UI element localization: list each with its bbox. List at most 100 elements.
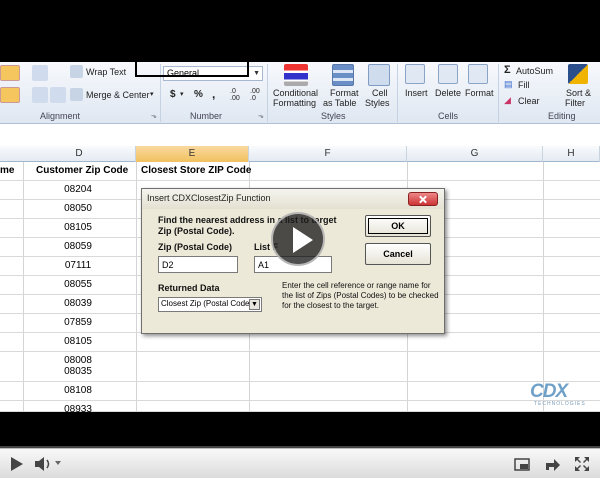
video-player-controls: [0, 448, 600, 478]
editing-group-label: Editing: [548, 111, 576, 121]
autosum-button[interactable]: AutoSum: [516, 66, 553, 76]
customer-zip-header[interactable]: Customer Zip Code: [36, 165, 128, 176]
group-divider: [498, 64, 499, 122]
chevron-down-icon[interactable]: [55, 460, 61, 466]
format-as-table-button[interactable]: Format: [330, 88, 359, 98]
format-as-table-label2: as Table: [323, 98, 357, 108]
wrap-text-icon: [70, 65, 83, 78]
zip-field-label: Zip (Postal Code): [158, 242, 232, 252]
delete-button[interactable]: Delete: [435, 88, 461, 98]
volume-icon[interactable]: [34, 456, 54, 472]
zip-field[interactable]: [158, 256, 238, 273]
cell-styles-label2: Styles: [365, 98, 390, 108]
decrease-indent-icon[interactable]: [32, 87, 48, 103]
sigma-icon: Σ: [504, 64, 511, 76]
ribbon: Wrap Text Merge & Center ▾ Alignment ⬎ G…: [0, 62, 600, 124]
cdx-logo: CDX TECHNOLOGIES: [524, 381, 594, 409]
table-row: 08035: [0, 363, 600, 382]
spreadsheet-grid-lower: 08035 08108 08933: [0, 363, 600, 415]
merge-center-button[interactable]: Merge & Center: [86, 90, 150, 100]
decrease-decimal-button[interactable]: .00 .0: [250, 88, 266, 102]
column-header-f[interactable]: F: [249, 146, 407, 162]
alignment-group-label: Alignment: [40, 111, 81, 121]
zip-cell[interactable]: 08108: [50, 385, 106, 396]
close-icon[interactable]: [408, 192, 438, 206]
window-mode-icon[interactable]: [514, 456, 530, 472]
fullscreen-icon[interactable]: [574, 456, 590, 472]
sort-filter-icon: [568, 64, 588, 84]
table-row: 08105: [0, 333, 600, 352]
returned-data-select[interactable]: Closest Zip (Postal Code) ▼: [158, 297, 262, 312]
wrap-text-button[interactable]: Wrap Text: [86, 67, 126, 77]
play-small-icon[interactable]: [10, 456, 24, 472]
percent-button[interactable]: %: [194, 89, 203, 100]
increase-decimal-button[interactable]: .0 .00: [230, 88, 246, 102]
fill-icon: ▤: [504, 79, 513, 89]
table-row: me Customer Zip Code Closest Store ZIP C…: [0, 162, 600, 181]
insert-button[interactable]: Insert: [405, 88, 428, 98]
zip-cell[interactable]: 08050: [50, 203, 106, 214]
column-header-d[interactable]: D: [23, 146, 136, 162]
dialog-title: Insert CDXClosestZip Function: [147, 193, 271, 203]
merge-center-icon: [70, 88, 83, 101]
format-button[interactable]: Format: [465, 88, 494, 98]
chevron-down-icon: ▼: [253, 70, 260, 77]
number-launcher-icon[interactable]: ⬎: [258, 112, 264, 120]
share-icon[interactable]: [544, 456, 562, 472]
closest-store-header[interactable]: Closest Store ZIP Code: [141, 165, 251, 176]
format-as-table-icon: [332, 64, 354, 86]
table-row: 08933: [0, 401, 600, 415]
column-header-e[interactable]: E: [136, 146, 249, 162]
column-header-g[interactable]: G: [407, 146, 543, 162]
cell-styles-icon: [368, 64, 390, 86]
currency-button[interactable]: $: [170, 89, 176, 100]
column-header-bar: D E F G H: [0, 146, 600, 162]
alignment-launcher-icon[interactable]: ⬎: [151, 112, 157, 120]
clear-icon: ◢: [504, 95, 511, 105]
zip-cell[interactable]: 08204: [50, 184, 106, 195]
zip-cell[interactable]: 08035: [50, 366, 106, 377]
dialog-title-bar[interactable]: Insert CDXClosestZip Function: [142, 189, 444, 209]
zip-cell[interactable]: 08059: [50, 241, 106, 252]
merge-dropdown-arrow[interactable]: ▾: [150, 90, 154, 98]
zip-cell[interactable]: 08105: [50, 222, 106, 233]
group-divider: [267, 64, 268, 122]
play-button[interactable]: [271, 212, 325, 266]
conditional-formatting-icon: [284, 64, 308, 86]
play-icon: [293, 227, 313, 253]
comma-button[interactable]: ,: [212, 87, 215, 101]
zip-cell[interactable]: 08055: [50, 279, 106, 290]
clear-button[interactable]: Clear: [518, 96, 540, 106]
fill-button[interactable]: Fill: [518, 80, 530, 90]
column-header-h[interactable]: H: [543, 146, 600, 162]
cancel-button[interactable]: Cancel: [365, 243, 431, 265]
table-row: 08108: [0, 382, 600, 401]
chevron-down-icon[interactable]: ▼: [249, 299, 260, 310]
increase-indent-icon[interactable]: [50, 87, 66, 103]
format-cells-icon: [468, 64, 488, 84]
zip-cell[interactable]: 07111: [50, 260, 106, 271]
cell-styles-button[interactable]: Cell: [372, 88, 388, 98]
dialog-help-text: Enter the cell reference or range name f…: [282, 281, 439, 310]
currency-dropdown-arrow[interactable]: ▾: [180, 90, 184, 98]
sort-filter-label2: Filter: [565, 98, 585, 108]
conditional-formatting-label2: Formatting: [273, 98, 317, 108]
conditional-formatting-button[interactable]: Conditional: [273, 88, 318, 98]
styles-group-label: Styles: [321, 111, 346, 121]
align-left-icon[interactable]: [0, 87, 20, 103]
zip-cell[interactable]: 08039: [50, 298, 106, 309]
number-group-label: Number: [190, 111, 223, 121]
partial-header-cell[interactable]: me: [0, 165, 14, 176]
active-cell-e2[interactable]: [135, 57, 249, 77]
sort-filter-button[interactable]: Sort &: [566, 88, 591, 98]
align-top-icon[interactable]: [0, 65, 20, 81]
zip-cell[interactable]: 07859: [50, 317, 106, 328]
logo-text: CDX: [530, 381, 568, 402]
ok-button[interactable]: OK: [365, 215, 431, 237]
orientation-icon[interactable]: [32, 65, 48, 81]
insert-cells-icon: [405, 64, 425, 84]
video-letterbox-top: [0, 0, 600, 62]
zip-cell[interactable]: 08105: [50, 336, 106, 347]
logo-subtext: TECHNOLOGIES: [534, 401, 586, 407]
returned-data-value: Closest Zip (Postal Code): [161, 299, 253, 308]
